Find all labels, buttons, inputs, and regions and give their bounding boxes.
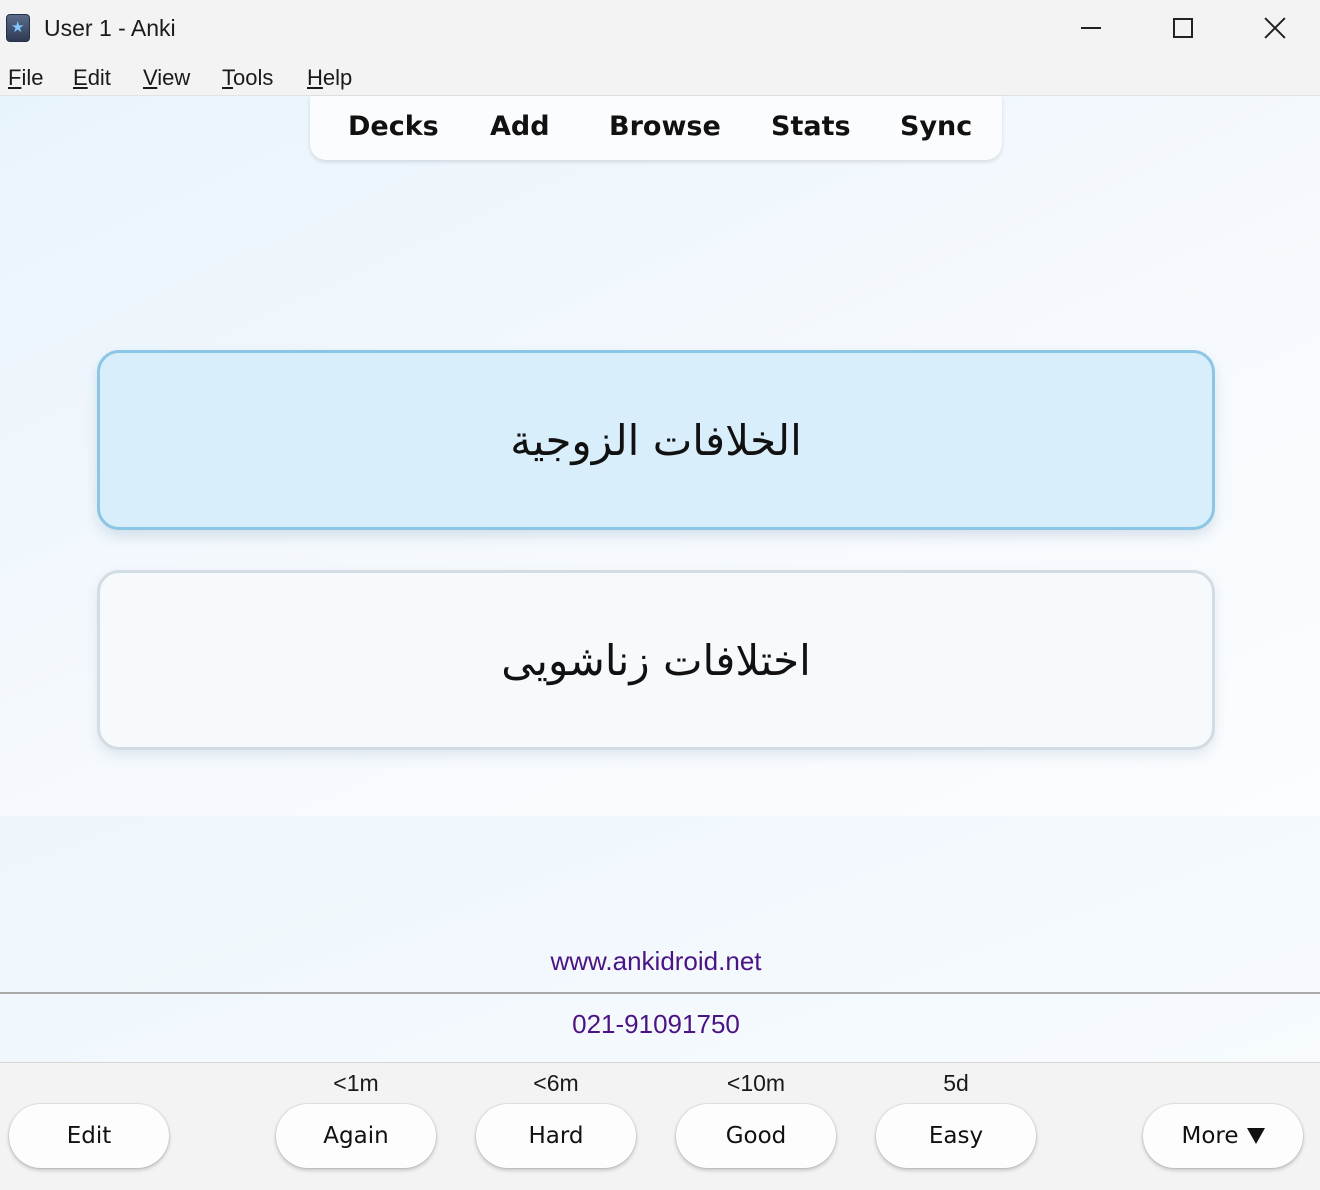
menu-edit[interactable]: Edit bbox=[73, 64, 111, 92]
title-bar: User 1 - Anki bbox=[0, 0, 1320, 56]
toolbar-add-link[interactable]: Add bbox=[490, 110, 550, 144]
anki-app-icon bbox=[6, 14, 30, 42]
hard-interval: <6m bbox=[533, 1070, 579, 1096]
toolbar-browse-link[interactable]: Browse bbox=[609, 110, 721, 144]
close-button[interactable] bbox=[1230, 0, 1320, 56]
again-interval: <1m bbox=[333, 1070, 379, 1096]
more-button-label: More bbox=[1181, 1123, 1239, 1149]
menu-view-label: iew bbox=[157, 65, 191, 90]
footer-website-link[interactable]: www.ankidroid.net bbox=[0, 944, 1312, 978]
maximize-icon bbox=[1173, 18, 1193, 38]
good-button-label: Good bbox=[725, 1123, 787, 1149]
caret-down-icon bbox=[1246, 1128, 1265, 1144]
hard-button[interactable]: Hard bbox=[476, 1104, 636, 1168]
top-toolbar: Decks Add Browse Stats Sync bbox=[310, 96, 1002, 160]
menu-view-mnemonic: V bbox=[143, 65, 158, 90]
footer-phone-number: 021-91091750 bbox=[572, 1009, 740, 1039]
menu-file-label: ile bbox=[21, 65, 44, 90]
card-front: الخلافات الزوجية bbox=[97, 350, 1215, 530]
menu-view[interactable]: View bbox=[143, 64, 190, 92]
minimize-button[interactable] bbox=[1046, 0, 1136, 56]
menu-file[interactable]: File bbox=[8, 64, 43, 92]
reviewer-area: Decks Add Browse Stats Sync الخلافات الز… bbox=[0, 96, 1320, 816]
menu-tools[interactable]: Tools bbox=[222, 64, 273, 92]
card-back-text: اختلافات زناشویی bbox=[501, 635, 811, 685]
more-button[interactable]: More bbox=[1143, 1104, 1303, 1168]
good-interval: <10m bbox=[726, 1070, 786, 1096]
menu-help-label: elp bbox=[322, 65, 353, 90]
menu-tools-label: ools bbox=[233, 65, 274, 90]
again-button-label: Again bbox=[323, 1123, 389, 1149]
easy-interval: 5d bbox=[943, 1070, 969, 1096]
edit-button-label: Edit bbox=[66, 1123, 112, 1149]
edit-button[interactable]: Edit bbox=[9, 1104, 169, 1168]
toolbar-sync-link[interactable]: Sync bbox=[900, 110, 972, 144]
toolbar-decks-link[interactable]: Decks bbox=[348, 110, 439, 144]
card-front-text: الخلافات الزوجية bbox=[510, 415, 802, 465]
maximize-button[interactable] bbox=[1138, 0, 1228, 56]
close-icon bbox=[1264, 17, 1286, 39]
menu-tools-mnemonic: T bbox=[222, 65, 233, 90]
card-back: اختلافات زناشویی bbox=[97, 570, 1215, 750]
menu-edit-label: dit bbox=[87, 65, 111, 90]
card-footer: www.ankidroid.net 021-91091750 bbox=[0, 816, 1320, 1062]
menu-bar: File Edit View Tools Help bbox=[0, 56, 1320, 96]
easy-button[interactable]: Easy bbox=[876, 1104, 1036, 1168]
hard-button-label: Hard bbox=[528, 1123, 584, 1149]
good-button[interactable]: Good bbox=[676, 1104, 836, 1168]
toolbar-stats-link[interactable]: Stats bbox=[771, 110, 851, 144]
again-button[interactable]: Again bbox=[276, 1104, 436, 1168]
menu-edit-mnemonic: E bbox=[73, 65, 88, 90]
menu-file-mnemonic: F bbox=[8, 65, 22, 90]
window-title: User 1 - Anki bbox=[44, 15, 176, 41]
answer-bar: Edit <1m Again <6m Hard <10m Good 5d Eas… bbox=[0, 1062, 1320, 1190]
menu-help-mnemonic: H bbox=[307, 65, 323, 90]
easy-button-label: Easy bbox=[928, 1123, 984, 1149]
minimize-icon bbox=[1081, 27, 1101, 29]
footer-divider bbox=[0, 992, 1320, 994]
menu-help[interactable]: Help bbox=[307, 64, 352, 92]
